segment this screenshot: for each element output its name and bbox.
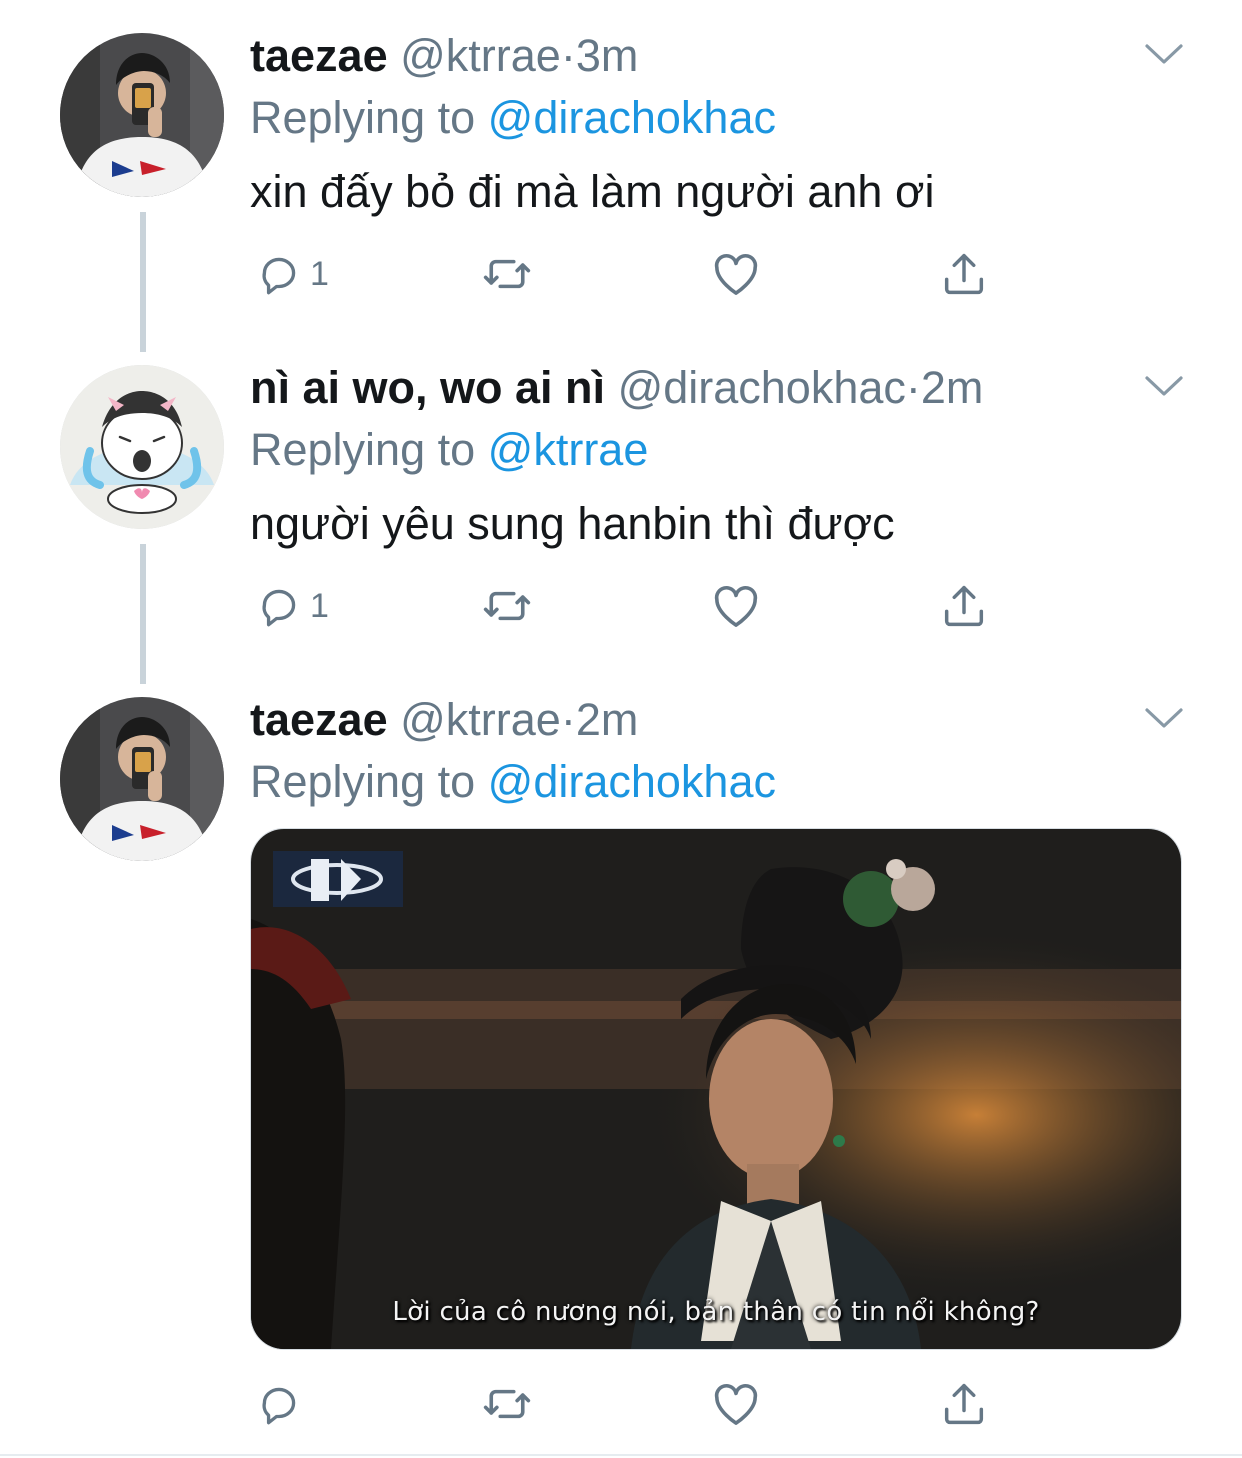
- chevron-down-icon[interactable]: [1144, 706, 1184, 730]
- avatar[interactable]: [60, 697, 224, 861]
- reply-button[interactable]: [254, 1376, 310, 1432]
- selfie-avatar-icon: [60, 697, 224, 861]
- retweet-icon: [480, 1377, 534, 1431]
- action-bar: [250, 1376, 1010, 1432]
- media-subtitle: Lời của cô nương nói, bản thân có tin nổ…: [392, 1297, 1040, 1327]
- mention-link[interactable]: @dirachokhac: [488, 756, 776, 807]
- reply-icon: [254, 1379, 304, 1429]
- tweet-media-image[interactable]: Lời của cô nương nói, bản thân có tin nổ…: [250, 828, 1182, 1350]
- timestamp[interactable]: 2m: [576, 694, 639, 745]
- separator: ·: [560, 694, 576, 745]
- share-icon: [938, 1378, 990, 1430]
- tweet[interactable]: taezae @ktrrae·2m Replying to @dirachokh…: [0, 0, 1242, 1458]
- replying-to: Replying to @dirachokhac: [250, 754, 776, 810]
- retweet-button[interactable]: [480, 1376, 534, 1432]
- media-scene: [251, 829, 1181, 1349]
- like-icon: [709, 1377, 763, 1431]
- user-handle[interactable]: @ktrrae: [400, 694, 561, 745]
- replying-prefix: Replying to: [250, 756, 476, 807]
- divider: [0, 1454, 1242, 1456]
- display-name[interactable]: taezae: [250, 694, 388, 745]
- like-button[interactable]: [709, 1376, 763, 1432]
- share-button[interactable]: [938, 1376, 990, 1432]
- tweet-header: taezae @ktrrae·2m: [250, 692, 638, 748]
